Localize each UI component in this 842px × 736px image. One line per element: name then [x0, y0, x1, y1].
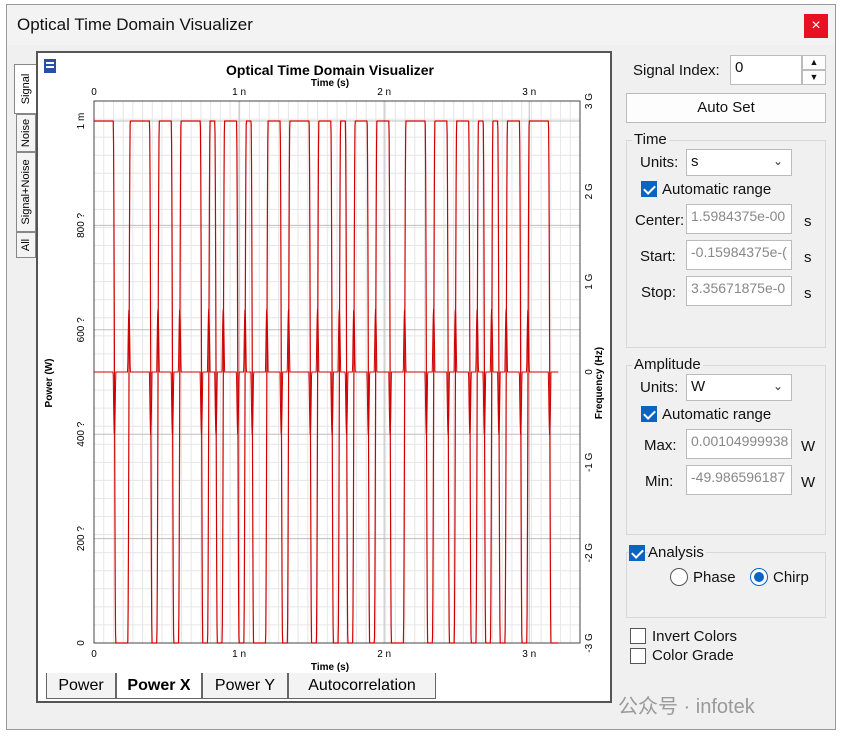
window-title: Optical Time Domain Visualizer	[17, 15, 253, 34]
max-field[interactable]: 0.00104999938	[686, 429, 792, 459]
amp-auto-range-label: Automatic range	[662, 406, 772, 423]
y-left-tick-label: 0	[76, 640, 87, 646]
title-bar: Optical Time Domain Visualizer ×	[7, 5, 835, 45]
center-unit: s	[804, 213, 812, 230]
tab-power[interactable]: Power	[46, 673, 116, 699]
stop-field[interactable]: 3.35671875e-0	[686, 276, 792, 306]
tab-autocorrelation[interactable]: Autocorrelation	[288, 673, 436, 699]
x-tick-label-top: 1 n	[232, 87, 246, 98]
x-axis-label-top: Time (s)	[311, 78, 349, 89]
y-axis-label-left: Power (W)	[44, 359, 55, 408]
center-field[interactable]: 1.5984375e-00	[686, 204, 792, 234]
tab-power-x[interactable]: Power X	[116, 673, 202, 699]
stop-unit: s	[804, 285, 812, 302]
y-axis-label-right: Frequency (Hz)	[594, 347, 605, 419]
analysis-checkbox[interactable]	[629, 545, 645, 561]
y-left-tick-label: 400 ?	[76, 421, 87, 446]
signal-index-label: Signal Index:	[633, 62, 720, 79]
signal-index-up-button[interactable]: ▲	[802, 55, 826, 70]
tab-all[interactable]: All	[16, 232, 36, 258]
color-grade-label: Color Grade	[652, 647, 734, 664]
min-field[interactable]: -49.986596187	[686, 465, 792, 495]
invert-colors-label: Invert Colors	[652, 628, 738, 645]
max-label: Max:	[644, 437, 677, 454]
chirp-trace	[94, 308, 559, 436]
y-left-tick-label: 800 ?	[76, 212, 87, 237]
x-tick-label-top: 0	[91, 87, 97, 98]
chirp-label: Chirp	[773, 569, 809, 586]
tab-noise[interactable]: Noise	[16, 114, 36, 152]
phase-radio[interactable]	[670, 568, 688, 586]
max-unit: W	[801, 438, 816, 455]
signal-index-down-button[interactable]: ▼	[802, 70, 826, 85]
start-unit: s	[804, 249, 812, 266]
time-units-label: Units:	[640, 154, 679, 171]
signal-index-input[interactable]: 0	[730, 55, 802, 85]
plot-panel: 001 n1 n2 n2 n3 n3 n 0 200 ? 400 ? 600 ? 800 …	[36, 51, 612, 703]
watermark: 公众号 · infotek	[618, 696, 755, 718]
amp-auto-range-checkbox[interactable]	[641, 406, 657, 422]
x-tick-label-top: 2 n	[377, 87, 391, 98]
plot-title: Optical Time Domain Visualizer	[226, 62, 435, 78]
y-left-tick-label: 600 ?	[76, 317, 87, 342]
start-label: Start:	[640, 248, 676, 265]
time-auto-range-label: Automatic range	[662, 181, 772, 198]
amp-units-label: Units:	[640, 379, 679, 396]
tab-power-y[interactable]: Power Y	[202, 673, 288, 699]
y-left-tick-label: 1 m	[76, 113, 87, 130]
y-right-tick-label: -1 G	[584, 452, 595, 472]
time-units-select[interactable]: s ⌄	[686, 149, 792, 176]
analysis-label: Analysis	[648, 544, 706, 561]
start-field[interactable]: -0.15984375e-(	[686, 240, 792, 270]
color-grade-checkbox[interactable]	[630, 648, 646, 664]
y-left-tick-label: 200 ?	[76, 526, 87, 551]
amp-units-select[interactable]: W ⌄	[686, 374, 792, 401]
min-label: Min:	[645, 473, 674, 490]
time-auto-range-checkbox[interactable]	[641, 181, 657, 197]
y-right-tick-label: -2 G	[584, 543, 595, 563]
phase-label: Phase	[693, 569, 736, 586]
invert-colors-checkbox[interactable]	[630, 628, 646, 644]
y-right-tick-label: 1 G	[584, 273, 595, 289]
center-label: Center:	[635, 212, 685, 229]
x-tick-label-bottom: 2 n	[377, 649, 391, 660]
stop-label: Stop:	[641, 284, 677, 301]
amplitude-group-label: Amplitude	[632, 356, 703, 373]
min-unit: W	[801, 474, 816, 491]
x-tick-label-bottom: 0	[91, 649, 97, 660]
x-tick-label-bottom: 1 n	[232, 649, 246, 660]
time-group-label: Time	[632, 131, 669, 148]
power-x-trace	[94, 120, 559, 644]
tab-signal-noise[interactable]: Signal+Noise	[16, 152, 36, 232]
x-axis-label-bottom: Time (s)	[311, 662, 349, 673]
y-right-tick-label: 2 G	[584, 183, 595, 199]
plot-canvas[interactable]: 001 n1 n2 n2 n3 n3 n0200 ?400 ?600 ?800 …	[38, 53, 610, 673]
x-tick-label-top: 3 n	[522, 87, 536, 98]
tab-signal[interactable]: Signal	[14, 64, 36, 114]
y-right-tick-label: 3 G	[584, 93, 595, 109]
close-button[interactable]: ×	[804, 14, 828, 38]
y-right-tick-label: -3 G	[584, 633, 595, 653]
x-tick-label-bottom: 3 n	[522, 649, 536, 660]
chevron-down-icon: ⌄	[772, 154, 783, 168]
chirp-radio[interactable]	[750, 568, 768, 586]
auto-set-button[interactable]: Auto Set	[626, 93, 826, 123]
chevron-down-icon: ⌄	[772, 379, 783, 393]
